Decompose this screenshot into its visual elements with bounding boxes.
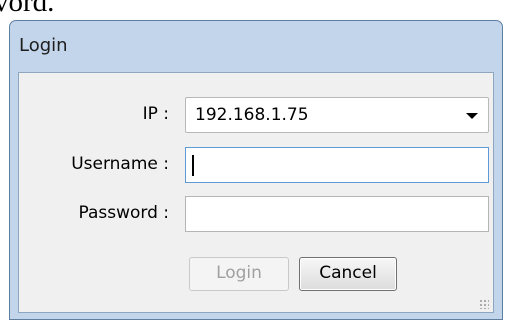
cancel-button[interactable]: Cancel [299, 257, 397, 291]
login-button[interactable]: Login [189, 257, 289, 291]
password-label: Password : [78, 203, 169, 223]
ip-value: 192.168.1.75 [195, 105, 309, 125]
text-caret [192, 155, 194, 176]
username-input[interactable] [186, 148, 488, 182]
username-field[interactable] [185, 147, 489, 183]
password-field[interactable] [185, 196, 489, 232]
background-text: vord. [0, 0, 55, 18]
dialog-title: Login [19, 35, 68, 56]
ip-combobox[interactable]: 192.168.1.75 [185, 97, 489, 133]
ip-label: IP : [142, 104, 169, 124]
chevron-down-icon[interactable] [466, 113, 478, 119]
username-label: Username : [71, 154, 169, 174]
password-input[interactable] [186, 197, 488, 231]
login-dialog: Login IP : 192.168.1.75 Username : Passw… [9, 20, 503, 320]
dialog-client-area: IP : 192.168.1.75 Username : Password : … [18, 72, 494, 313]
resize-grip-icon[interactable] [479, 299, 489, 309]
